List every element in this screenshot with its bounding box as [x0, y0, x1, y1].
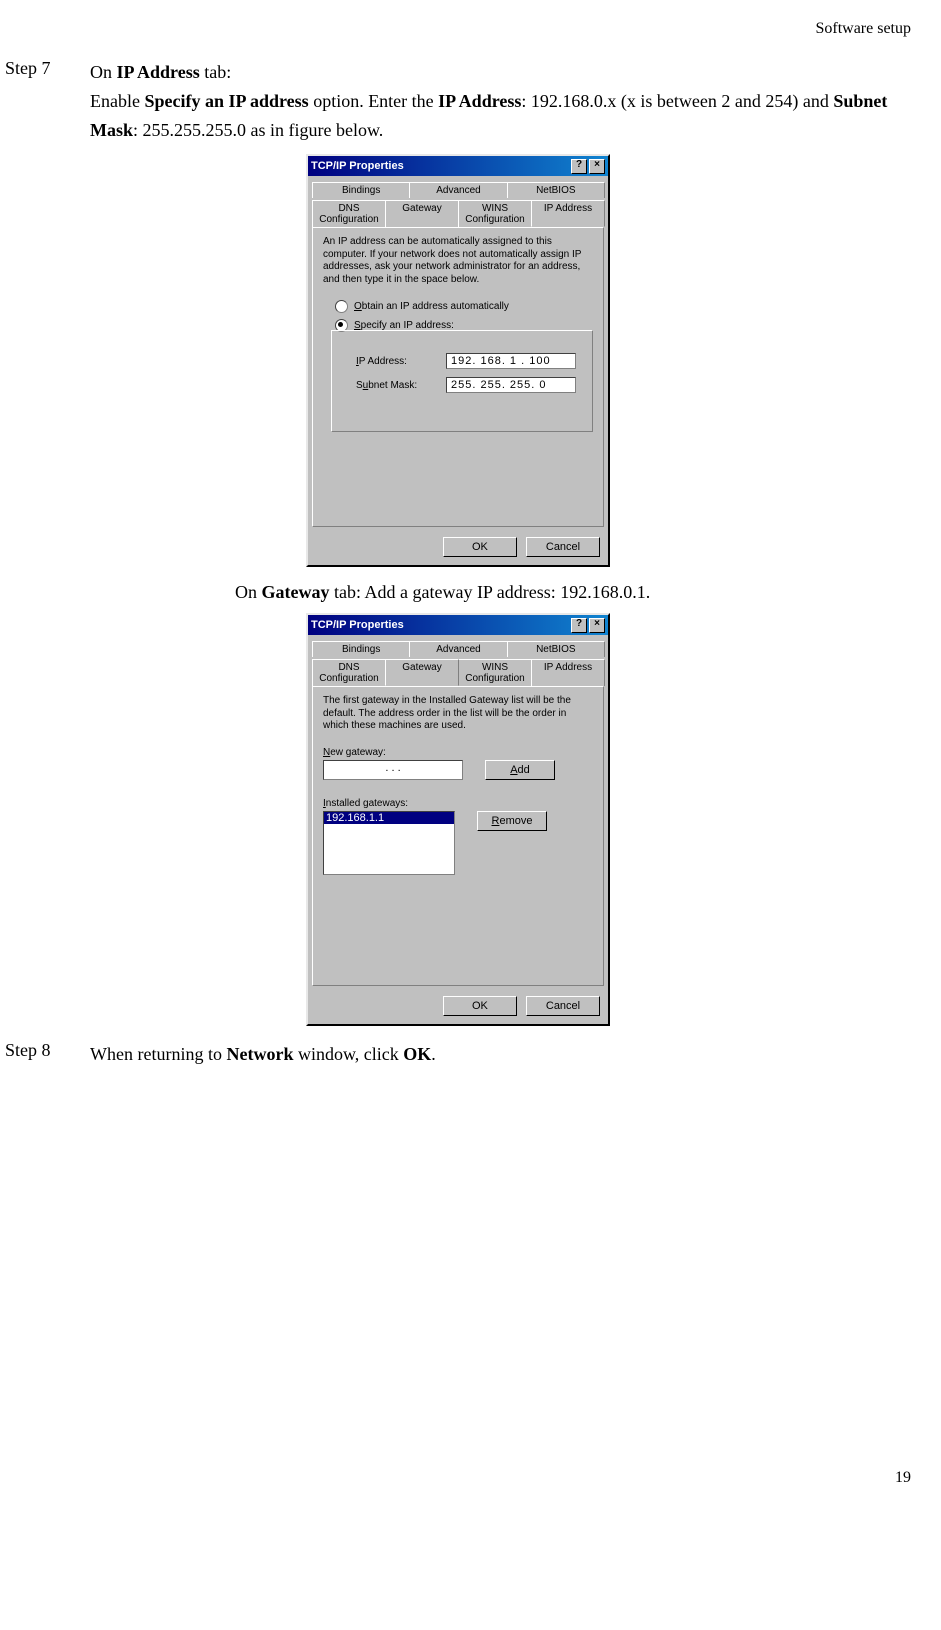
- new-gateway-row: . . . Add: [323, 760, 593, 780]
- close-icon[interactable]: ×: [589, 618, 605, 633]
- text: When returning to: [90, 1044, 226, 1064]
- titlebar[interactable]: TCP/IP Properties ? ×: [308, 156, 608, 176]
- tab-bindings[interactable]: Bindings: [312, 182, 410, 198]
- page-header: Software setup: [5, 20, 911, 38]
- text: On: [90, 62, 117, 82]
- titlebar[interactable]: TCP/IP Properties ? ×: [308, 615, 608, 635]
- installed-row: 192.168.1.1 Remove: [323, 811, 593, 875]
- new-gateway-label: New gateway:: [323, 747, 593, 758]
- cancel-button[interactable]: Cancel: [526, 537, 600, 557]
- step-label: Step 7: [5, 58, 90, 144]
- text-bold: Specify an IP address: [144, 91, 308, 111]
- dialog-title: TCP/IP Properties: [311, 160, 404, 172]
- text: : 255.255.255.0 as in figure below.: [133, 120, 383, 140]
- tab-netbios[interactable]: NetBIOS: [507, 182, 605, 198]
- add-button[interactable]: Add: [485, 760, 555, 780]
- help-text: An IP address can be automatically assig…: [323, 236, 593, 286]
- text: Enable: [90, 91, 144, 111]
- tab-advanced[interactable]: Advanced: [409, 641, 507, 657]
- tab-wins[interactable]: WINS Configuration: [458, 200, 532, 227]
- text: tab: Add a gateway IP address: 192.168.0…: [329, 582, 650, 602]
- tabs-back-row: Bindings Advanced NetBIOS: [312, 180, 604, 196]
- tab-dns[interactable]: DNS Configuration: [312, 659, 386, 686]
- ip-address-label: IP Address:: [356, 356, 446, 367]
- text-bold: OK: [403, 1044, 431, 1064]
- text-bold: Network: [226, 1044, 293, 1064]
- installed-gateways-list[interactable]: 192.168.1.1: [323, 811, 455, 875]
- tabs-back-row: Bindings Advanced NetBIOS: [312, 639, 604, 655]
- step-body: On IP Address tab: Enable Specify an IP …: [90, 58, 911, 144]
- radio-obtain-auto[interactable]: Obtain an IP address automatically: [335, 300, 593, 313]
- step-7: Step 7 On IP Address tab: Enable Specify…: [5, 58, 911, 144]
- tab-panel: An IP address can be automatically assig…: [312, 227, 604, 527]
- new-gateway-input[interactable]: . . .: [323, 760, 463, 780]
- tab-bindings[interactable]: Bindings: [312, 641, 410, 657]
- text-bold: IP Address: [117, 62, 200, 82]
- text-bold: IP Address: [438, 91, 521, 111]
- radio-icon: [335, 300, 348, 313]
- ip-groupbox: IP Address: 192. 168. 1 . 100 Subnet Mas…: [331, 330, 593, 432]
- help-text: The first gateway in the Installed Gatew…: [323, 695, 593, 733]
- help-icon[interactable]: ?: [571, 159, 587, 174]
- radio-label: Obtain an IP address automatically: [354, 301, 509, 312]
- subnet-label: Subnet Mask:: [356, 380, 446, 391]
- tab-panel: The first gateway in the Installed Gatew…: [312, 686, 604, 986]
- ok-button[interactable]: OK: [443, 996, 517, 1016]
- tab-wins[interactable]: WINS Configuration: [458, 659, 532, 686]
- tcpip-dialog-ip: TCP/IP Properties ? × Bindings Advanced …: [306, 154, 610, 567]
- subnet-input[interactable]: 255. 255. 255. 0: [446, 377, 576, 393]
- subnet-row: Subnet Mask: 255. 255. 255. 0: [356, 377, 582, 393]
- page-number: 19: [5, 1469, 911, 1487]
- help-icon[interactable]: ?: [571, 618, 587, 633]
- dialog-buttons: OK Cancel: [308, 531, 608, 565]
- tab-netbios[interactable]: NetBIOS: [507, 641, 605, 657]
- dialog-title: TCP/IP Properties: [311, 619, 404, 631]
- installed-gateways-label: Installed gateways:: [323, 798, 593, 809]
- tabs-front-row: DNS Configuration Gateway WINS Configura…: [312, 659, 604, 686]
- text: On: [235, 582, 262, 602]
- text: : 192.168.0.x (x is between 2 and 254) a…: [521, 91, 833, 111]
- tab-dns[interactable]: DNS Configuration: [312, 200, 386, 227]
- ip-address-input[interactable]: 192. 168. 1 . 100: [446, 353, 576, 369]
- tabs-front-row: DNS Configuration Gateway WINS Configura…: [312, 200, 604, 227]
- tcpip-dialog-gateway: TCP/IP Properties ? × Bindings Advanced …: [306, 613, 610, 1026]
- step-label: Step 8: [5, 1040, 90, 1069]
- tab-gateway[interactable]: Gateway: [385, 659, 459, 686]
- dialog-buttons: OK Cancel: [308, 990, 608, 1024]
- step-8: Step 8 When returning to Network window,…: [5, 1040, 911, 1069]
- ok-button[interactable]: OK: [443, 537, 517, 557]
- tab-gateway[interactable]: Gateway: [385, 200, 459, 227]
- tab-ipaddress[interactable]: IP Address: [531, 200, 605, 227]
- text: option. Enter the: [309, 91, 438, 111]
- remove-button[interactable]: Remove: [477, 811, 547, 831]
- gateway-caption: On Gateway tab: Add a gateway IP address…: [235, 582, 911, 603]
- tab-advanced[interactable]: Advanced: [409, 182, 507, 198]
- list-item[interactable]: 192.168.1.1: [324, 812, 454, 824]
- cancel-button[interactable]: Cancel: [526, 996, 600, 1016]
- tab-ipaddress[interactable]: IP Address: [531, 659, 605, 686]
- close-icon[interactable]: ×: [589, 159, 605, 174]
- text-bold: Gateway: [262, 582, 330, 602]
- text: window, click: [293, 1044, 403, 1064]
- text: tab:: [200, 62, 232, 82]
- step-body: When returning to Network window, click …: [90, 1040, 911, 1069]
- ip-address-row: IP Address: 192. 168. 1 . 100: [356, 353, 582, 369]
- text: .: [431, 1044, 436, 1064]
